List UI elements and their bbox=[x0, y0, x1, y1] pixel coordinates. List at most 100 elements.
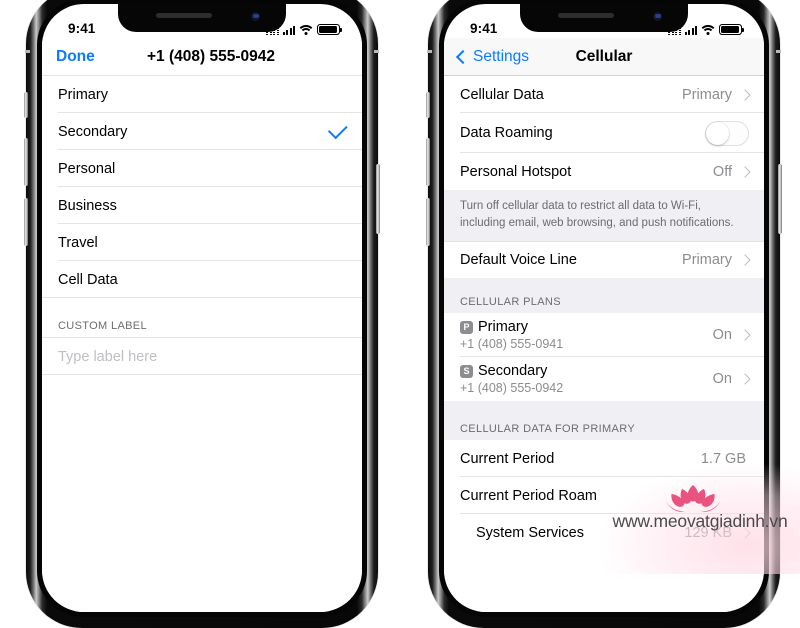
row-data-roaming[interactable]: Data Roaming bbox=[444, 113, 764, 153]
plan-title: S Secondary bbox=[460, 363, 563, 379]
right-content: Cellular Data Primary Data Roaming Perso… bbox=[444, 76, 764, 612]
wifi-icon bbox=[699, 25, 717, 35]
plan-row-primary[interactable]: P Primary +1 (408) 555-0941 On bbox=[444, 313, 764, 358]
signal-bars-icon bbox=[684, 25, 697, 35]
cellular-usage-group: Current Period 1.7 GB Current Period Roa… bbox=[444, 440, 764, 552]
right-phone-screen: 9:41 Settings Cellular Cellular Data Pri… bbox=[444, 4, 764, 612]
chevron-right-icon bbox=[739, 329, 751, 342]
right-phone-frame: 9:41 Settings Cellular Cellular Data Pri… bbox=[426, 0, 782, 628]
wifi-icon bbox=[297, 25, 315, 35]
left-phone-bezel: 9:41 Done +1 (408) 555-0942 Primary Seco… bbox=[37, 0, 367, 617]
label-option-cell-data[interactable]: Cell Data bbox=[42, 261, 362, 298]
chevron-right-icon bbox=[739, 165, 751, 178]
plan-state: On bbox=[712, 327, 732, 344]
silence-switch-button[interactable] bbox=[426, 92, 430, 118]
custom-label-section-header: CUSTOM LABEL bbox=[42, 298, 362, 338]
status-time: 9:41 bbox=[470, 21, 498, 36]
custom-label-input[interactable] bbox=[58, 348, 346, 365]
antenna-line-left bbox=[25, 50, 30, 53]
done-button[interactable]: Done bbox=[56, 48, 95, 66]
data-roaming-toggle[interactable] bbox=[705, 120, 749, 146]
custom-label-field-row[interactable] bbox=[42, 338, 362, 375]
power-button[interactable] bbox=[376, 164, 380, 234]
antenna-line-left bbox=[427, 50, 432, 53]
plan-info: S Secondary +1 (408) 555-0942 bbox=[460, 363, 563, 395]
plan-number: +1 (408) 555-0941 bbox=[460, 337, 564, 352]
row-label: Personal Hotspot bbox=[460, 163, 572, 180]
right-phone-bezel: 9:41 Settings Cellular Cellular Data Pri… bbox=[439, 0, 769, 617]
row-value: Off bbox=[712, 163, 732, 180]
label-option-list: Primary Secondary Personal Business Trav… bbox=[42, 76, 362, 298]
plan-row-secondary[interactable]: S Secondary +1 (408) 555-0942 On bbox=[444, 357, 764, 402]
cellular-usage-section-header: CELLULAR DATA FOR PRIMARY bbox=[444, 401, 764, 441]
antenna-line-right bbox=[776, 50, 781, 53]
volume-down-button[interactable] bbox=[24, 198, 28, 246]
left-page-title: +1 (408) 555-0942 bbox=[147, 47, 275, 65]
label-option-business[interactable]: Business bbox=[42, 187, 362, 224]
label-option-personal[interactable]: Personal bbox=[42, 150, 362, 187]
plan-number: +1 (408) 555-0942 bbox=[460, 381, 564, 396]
chevron-left-icon bbox=[455, 49, 471, 64]
left-phone-screen: 9:41 Done +1 (408) 555-0942 Primary Seco… bbox=[42, 4, 362, 612]
row-value: 1.7 GB bbox=[700, 450, 746, 467]
silence-switch-button[interactable] bbox=[24, 92, 28, 118]
left-nav-bar: Done +1 (408) 555-0942 bbox=[42, 38, 362, 76]
label-option-primary[interactable]: Primary bbox=[42, 76, 362, 113]
label-option-text: Personal bbox=[58, 160, 116, 177]
row-label: Current Period Roam bbox=[460, 487, 597, 504]
battery-icon bbox=[317, 24, 343, 35]
front-camera-icon bbox=[251, 12, 260, 21]
battery-icon bbox=[719, 24, 745, 35]
row-label: Cellular Data bbox=[460, 86, 544, 103]
plan-state: On bbox=[712, 371, 732, 388]
label-option-secondary[interactable]: Secondary bbox=[42, 113, 362, 150]
volume-down-button[interactable] bbox=[426, 198, 430, 246]
cellular-plans-group: P Primary +1 (408) 555-0941 On S Seconda… bbox=[444, 313, 764, 402]
row-value: Primary bbox=[682, 86, 732, 103]
right-nav-bar: Settings Cellular bbox=[444, 38, 764, 76]
front-camera-icon bbox=[653, 12, 662, 21]
row-value: 129 KB bbox=[684, 524, 732, 541]
label-option-text: Secondary bbox=[58, 123, 128, 140]
volume-up-button[interactable] bbox=[426, 138, 430, 186]
plan-name: Secondary bbox=[478, 363, 548, 380]
label-option-text: Primary bbox=[58, 86, 108, 103]
earpiece-speaker-icon bbox=[558, 13, 614, 18]
row-value: Primary bbox=[682, 252, 732, 269]
plan-badge-s-icon: S bbox=[460, 364, 473, 378]
row-label: Default Voice Line bbox=[460, 252, 577, 269]
chevron-right-icon bbox=[739, 254, 751, 267]
chevron-right-icon bbox=[739, 373, 751, 386]
chevron-right-icon bbox=[739, 88, 751, 101]
volume-up-button[interactable] bbox=[24, 138, 28, 186]
row-label: System Services bbox=[476, 524, 584, 541]
row-personal-hotspot[interactable]: Personal Hotspot Off bbox=[444, 153, 764, 190]
row-cellular-data[interactable]: Cellular Data Primary bbox=[444, 76, 764, 113]
label-option-text: Cell Data bbox=[58, 271, 118, 288]
back-button-label: Settings bbox=[473, 47, 530, 65]
row-label: Data Roaming bbox=[460, 125, 553, 141]
row-current-period-roaming[interactable]: Current Period Roam bbox=[444, 477, 764, 515]
chevron-right-icon bbox=[739, 527, 751, 539]
row-label: Current Period bbox=[460, 450, 555, 467]
row-current-period[interactable]: Current Period 1.7 GB bbox=[444, 440, 764, 478]
antenna-line-right bbox=[374, 50, 379, 53]
signal-bars-icon bbox=[282, 25, 295, 35]
label-option-travel[interactable]: Travel bbox=[42, 224, 362, 261]
plan-title: P Primary bbox=[460, 319, 563, 335]
row-system-services[interactable]: System Services 129 KB bbox=[444, 514, 764, 552]
toggle-knob bbox=[706, 121, 729, 145]
notch bbox=[520, 4, 688, 32]
cellular-data-footnote: Turn off cellular data to restrict all d… bbox=[444, 190, 764, 242]
left-phone-frame: 9:41 Done +1 (408) 555-0942 Primary Seco… bbox=[24, 0, 380, 628]
label-option-text: Business bbox=[58, 197, 117, 214]
plan-badge-p-icon: P bbox=[460, 320, 473, 334]
status-time: 9:41 bbox=[68, 21, 96, 36]
plan-info: P Primary +1 (408) 555-0941 bbox=[460, 319, 563, 351]
checkmark-icon bbox=[327, 119, 348, 140]
left-content: Primary Secondary Personal Business Trav… bbox=[42, 76, 362, 612]
power-button[interactable] bbox=[778, 164, 782, 234]
cellular-settings-group: Cellular Data Primary Data Roaming Perso… bbox=[444, 76, 764, 190]
row-default-voice-line[interactable]: Default Voice Line Primary bbox=[444, 241, 764, 279]
back-to-settings-button[interactable]: Settings bbox=[455, 47, 530, 66]
